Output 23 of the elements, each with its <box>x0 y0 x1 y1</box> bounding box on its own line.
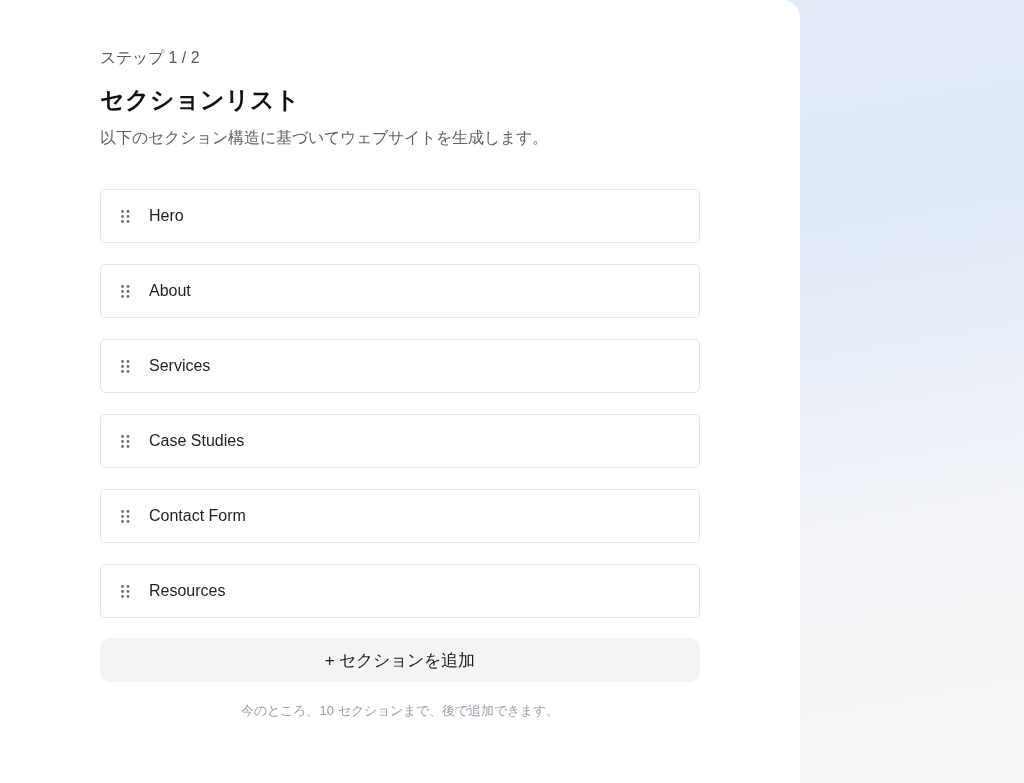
section-name: Case Studies <box>149 432 245 450</box>
drag-handle-icon[interactable] <box>121 284 130 298</box>
step-indicator: ステップ 1 / 2 <box>100 48 201 68</box>
drag-handle-icon[interactable] <box>121 509 130 523</box>
section-item[interactable]: Resources <box>100 564 700 618</box>
section-item[interactable]: Hero <box>100 189 700 243</box>
drag-handle-icon[interactable] <box>121 584 130 598</box>
section-name: Hero <box>149 207 184 225</box>
limit-note: 今のところ、10 セクションまで、後で追加できます。 <box>240 702 560 720</box>
page-description: 以下のセクション構造に基づいてウェブサイトを生成します。 <box>100 128 549 148</box>
section-item[interactable]: Contact Form <box>100 489 700 543</box>
section-name: Resources <box>149 582 226 600</box>
section-item[interactable]: About <box>100 264 700 318</box>
drag-handle-icon[interactable] <box>121 209 130 223</box>
section-name: About <box>149 282 191 300</box>
section-name: Services <box>149 357 211 375</box>
add-section-button[interactable]: + セクションを追加 <box>100 638 700 682</box>
section-name: Contact Form <box>149 507 246 525</box>
section-item[interactable]: Case Studies <box>100 414 700 468</box>
page-title: セクションリスト <box>100 85 301 116</box>
drag-handle-icon[interactable] <box>121 434 130 448</box>
drag-handle-icon[interactable] <box>121 359 130 373</box>
section-item[interactable]: Services <box>100 339 700 393</box>
